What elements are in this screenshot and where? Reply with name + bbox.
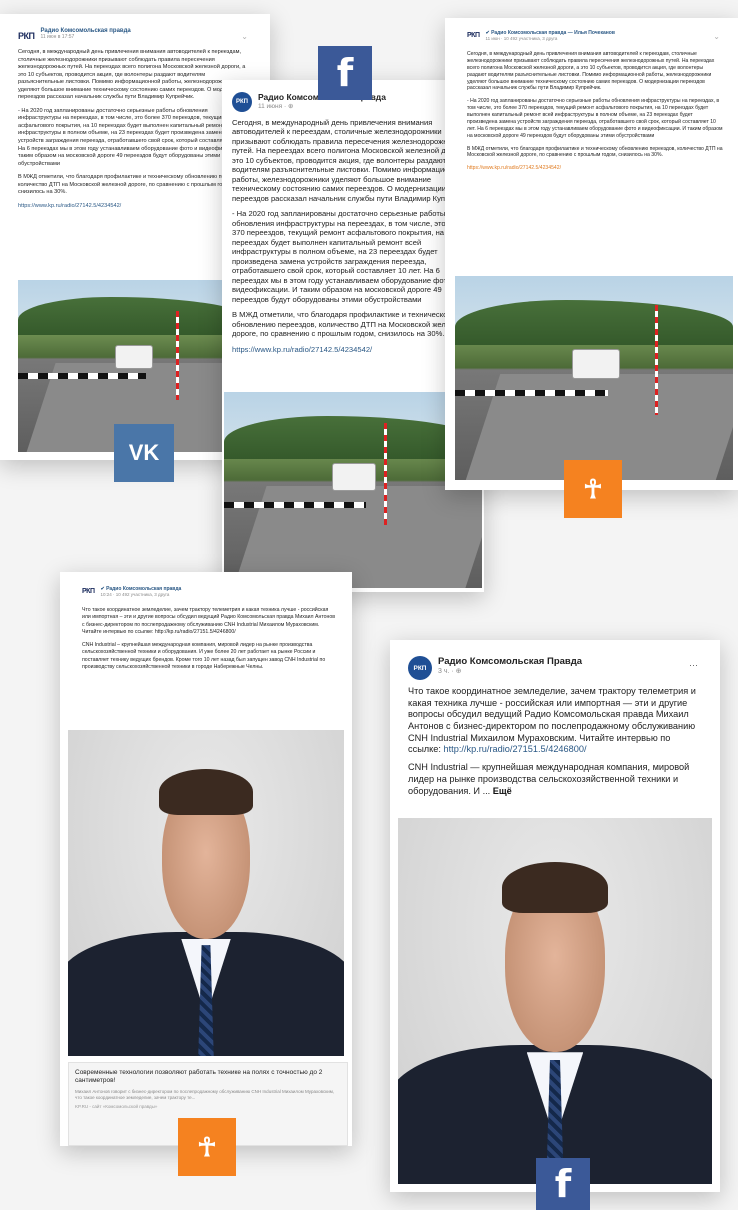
author-avatar[interactable]: РКП: [18, 31, 35, 41]
link-preview-source: KP.RU - сайт «Комсомольской правды»: [75, 1104, 158, 1109]
post-link[interactable]: https://www.kp.ru/radio/27142.5/4234542/: [232, 345, 476, 354]
author-avatar[interactable]: РКП: [467, 32, 480, 39]
post-text: Что такое координатное земледелие, зачем…: [390, 680, 720, 797]
post-text: Сегодня, в международный день привлечени…: [445, 41, 738, 172]
chevron-down-icon[interactable]: ⌄: [241, 32, 248, 41]
post-time[interactable]: 11 июн в 17:57: [40, 34, 130, 40]
post-paragraph: - На 2020 год запланированы достаточно с…: [467, 98, 723, 139]
post-link[interactable]: http://kp.ru/radio/27151.5/4246800/: [444, 744, 587, 754]
vk-icon: VK: [114, 424, 174, 482]
author-name[interactable]: Радио Комсомольская Правда: [438, 656, 582, 667]
post-text: Что такое координатное земледелие, зачем…: [60, 597, 352, 671]
post-paragraph: В МЖД отметили, что благодаря профилакти…: [18, 174, 248, 196]
author-avatar[interactable]: РКП: [232, 92, 252, 112]
railway-crossing-photo[interactable]: [455, 276, 733, 480]
post-header: РКП Радио Комсомольская Правда 3 ч. · ⊕: [390, 640, 720, 680]
post-paragraph: - На 2020 год запланированы достаточно с…: [18, 107, 248, 167]
post-paragraph: - На 2020 год запланированы достаточно с…: [232, 209, 469, 304]
post-header: РКП ✔ Радио Комсомольская правда — Илья …: [445, 18, 738, 41]
post-paragraph: В МЖД отметили, что благодаря профилакти…: [467, 145, 723, 159]
author-avatar[interactable]: РКП: [408, 656, 432, 680]
post-paragraph: CNH Industrial – крупнейшая международна…: [82, 642, 326, 670]
globe-icon: ⊕: [287, 103, 294, 110]
portrait-photo[interactable]: [68, 730, 344, 1056]
see-more-link[interactable]: Ещё: [493, 786, 512, 796]
odnoklassniki-icon: ☥: [564, 460, 622, 518]
post-time[interactable]: 3 ч. · ⊕: [438, 667, 582, 675]
globe-icon: ⊕: [455, 668, 462, 675]
post-paragraph: CNH Industrial — крупнейшая международна…: [408, 762, 690, 796]
post-time[interactable]: 11 июня · ⊕: [258, 102, 386, 110]
post-paragraph: Сегодня, в международный день привлечени…: [18, 49, 251, 101]
odnoklassniki-icon: ☥: [178, 1118, 236, 1176]
facebook-post-card: РКП Радио Комсомольская Правда 3 ч. · ⊕ …: [390, 640, 720, 1192]
ok-post-card: РКП ✔ Радио Комсомольская правда 10:24 ·…: [60, 572, 352, 1146]
post-header: РКП ✔ Радио Комсомольская правда 10:24 ·…: [60, 572, 352, 597]
facebook-icon: f: [318, 46, 372, 100]
post-options-button[interactable]: ···: [689, 660, 698, 670]
link-preview-text: Михаил Антонов говорит с бизнес-директор…: [75, 1088, 335, 1100]
post-time[interactable]: 11 июн · 10 492 участника, 3 друга: [485, 36, 614, 41]
link-preview-title[interactable]: Современные технологии позволяют работат…: [75, 1069, 341, 1086]
post-header: РКП Радио Комсомольская правда 11 июн в …: [0, 14, 270, 41]
post-time[interactable]: 10:24 · 10 492 участника, 3 друга: [100, 592, 181, 597]
author-avatar[interactable]: РКП: [82, 588, 95, 595]
post-paragraph: Сегодня, в международный день привлечени…: [232, 118, 474, 203]
portrait-photo[interactable]: [398, 818, 712, 1184]
facebook-icon: f: [536, 1158, 590, 1210]
chevron-down-icon[interactable]: ⌄: [713, 32, 720, 41]
post-paragraph: Что такое координатное земледелие, зачем…: [408, 686, 696, 755]
post-link[interactable]: https://www.kp.ru/radio/27142.5/4234542/: [467, 165, 724, 172]
ok-post-card: РКП ✔ Радио Комсомольская правда — Илья …: [445, 18, 738, 490]
railway-crossing-photo[interactable]: [224, 392, 482, 588]
post-paragraph: Сегодня, в международный день привлечени…: [467, 51, 715, 92]
post-link[interactable]: https://www.kp.ru/radio/27142.5/4234542/: [18, 203, 252, 211]
post-paragraph: Что такое координатное земледелие, зачем…: [82, 607, 336, 635]
post-paragraph: В МЖД отметили, что благодаря профилакти…: [232, 310, 467, 339]
